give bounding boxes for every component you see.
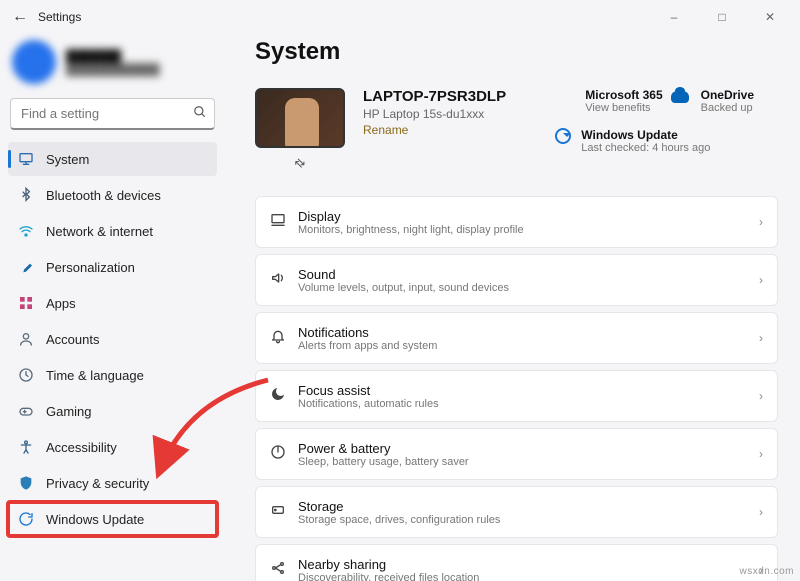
sidebar-item-label: Network & internet [46,224,153,239]
chevron-right-icon: › [759,215,763,229]
titlebar: ← Settings – □ ✕ [0,0,800,34]
monitor-icon [18,151,34,167]
update-icon [555,128,573,146]
bt-icon [18,187,34,203]
card-subtitle: Volume levels, output, input, sound devi… [298,282,509,294]
sidebar-item-personalization[interactable]: Personalization [8,250,217,284]
status-onedrive[interactable]: OneDrive Backed up [701,88,778,114]
card-title: Power & battery [298,441,469,456]
sidebar-item-accessibility[interactable]: Accessibility [8,430,217,464]
status-grid: Microsoft 365 View benefits OneDrive Bac… [555,88,778,154]
main-panel: System ⇄ LAPTOP-7PSR3DLP HP Laptop 15s-d… [225,34,800,581]
shield-icon [18,475,34,491]
chevron-right-icon: › [759,331,763,345]
sidebar-item-privacy-security[interactable]: Privacy & security [8,466,217,500]
sidebar-item-label: Personalization [46,260,135,275]
grid-icon [18,295,34,311]
search-box[interactable] [10,98,215,130]
search-input[interactable] [10,98,215,130]
back-button[interactable]: ← [8,8,32,26]
card-power-battery[interactable]: Power & batterySleep, battery usage, bat… [255,428,778,480]
update-icon [18,511,34,527]
access-icon [18,439,34,455]
sidebar-item-label: Gaming [46,404,92,419]
storage-icon [270,502,298,523]
share-icon [270,560,298,581]
card-title: Notifications [298,325,437,340]
chevron-right-icon: › [759,505,763,519]
sidebar-item-gaming[interactable]: Gaming [8,394,217,428]
card-subtitle: Alerts from apps and system [298,340,437,352]
chevron-right-icon: › [759,447,763,461]
avatar [12,40,56,84]
sidebar-item-accounts[interactable]: Accounts [8,322,217,356]
bell-icon [270,328,298,349]
page-title: System [255,38,778,66]
nav-list: System Bluetooth & devices Network & inter… [8,142,217,536]
card-display[interactable]: DisplayMonitors, brightness, night light… [255,196,778,248]
settings-card-list: DisplayMonitors, brightness, night light… [255,196,778,581]
brush-icon [18,259,34,275]
sidebar-item-windows-update[interactable]: Windows Update [8,502,217,536]
account-block[interactable]: ██████ ████████████ [8,34,217,98]
card-title: Display [298,209,524,224]
card-subtitle: Monitors, brightness, night light, displ… [298,224,524,236]
device-hero: ⇄ LAPTOP-7PSR3DLP HP Laptop 15s-du1xxx R… [255,88,778,172]
device-image [255,88,345,148]
sidebar-item-label: Accessibility [46,440,117,455]
link-icon: ⇄ [291,154,308,171]
card-sound[interactable]: SoundVolume levels, output, input, sound… [255,254,778,306]
search-icon [193,105,207,122]
account-email: ████████████ [66,64,160,76]
status-windows-update[interactable]: Windows Update Last checked: 4 hours ago [555,128,778,154]
sidebar-item-label: Accounts [46,332,99,347]
device-model: HP Laptop 15s-du1xxx [363,107,506,121]
rename-link[interactable]: Rename [363,123,506,137]
clock-icon [18,367,34,383]
moon-icon [270,386,298,407]
wifi-icon [18,223,34,239]
window-title: Settings [38,10,81,24]
user-icon [18,331,34,347]
sidebar-item-label: Windows Update [46,512,144,527]
card-title: Sound [298,267,509,282]
sidebar: ██████ ████████████ System Bluetooth & de… [0,34,225,581]
sidebar-item-label: System [46,152,89,167]
sidebar-item-time-language[interactable]: Time & language [8,358,217,392]
window-maximize-button[interactable]: □ [708,10,736,24]
watermark: wsxdn.com [739,566,794,577]
sidebar-item-network-internet[interactable]: Network & internet [8,214,217,248]
sidebar-item-apps[interactable]: Apps [8,286,217,320]
onedrive-icon [671,88,689,106]
sidebar-item-system[interactable]: System [8,142,217,176]
window-close-button[interactable]: ✕ [756,10,784,24]
chevron-right-icon: › [759,389,763,403]
card-title: Nearby sharing [298,557,479,572]
card-subtitle: Sleep, battery usage, battery saver [298,456,469,468]
card-nearby-sharing[interactable]: Nearby sharingDiscoverability, received … [255,544,778,581]
window-minimize-button[interactable]: – [660,10,688,24]
device-name: LAPTOP-7PSR3DLP [363,88,506,105]
card-title: Storage [298,499,500,514]
card-title: Focus assist [298,383,439,398]
game-icon [18,403,34,419]
sidebar-item-label: Time & language [46,368,144,383]
card-notifications[interactable]: NotificationsAlerts from apps and system… [255,312,778,364]
status-ms365[interactable]: Microsoft 365 View benefits [585,88,662,114]
chevron-right-icon: › [759,273,763,287]
card-focus-assist[interactable]: Focus assistNotifications, automatic rul… [255,370,778,422]
card-subtitle: Notifications, automatic rules [298,398,439,410]
sound-icon [270,270,298,291]
sidebar-item-label: Bluetooth & devices [46,188,161,203]
display-icon [270,212,298,233]
power-icon [270,444,298,465]
card-storage[interactable]: StorageStorage space, drives, configurat… [255,486,778,538]
microsoft-icon [555,88,573,106]
card-subtitle: Storage space, drives, configuration rul… [298,514,500,526]
card-subtitle: Discoverability, received files location [298,572,479,581]
sidebar-item-label: Apps [46,296,76,311]
account-name: ██████ [66,49,160,64]
sidebar-item-label: Privacy & security [46,476,149,491]
sidebar-item-bluetooth-devices[interactable]: Bluetooth & devices [8,178,217,212]
